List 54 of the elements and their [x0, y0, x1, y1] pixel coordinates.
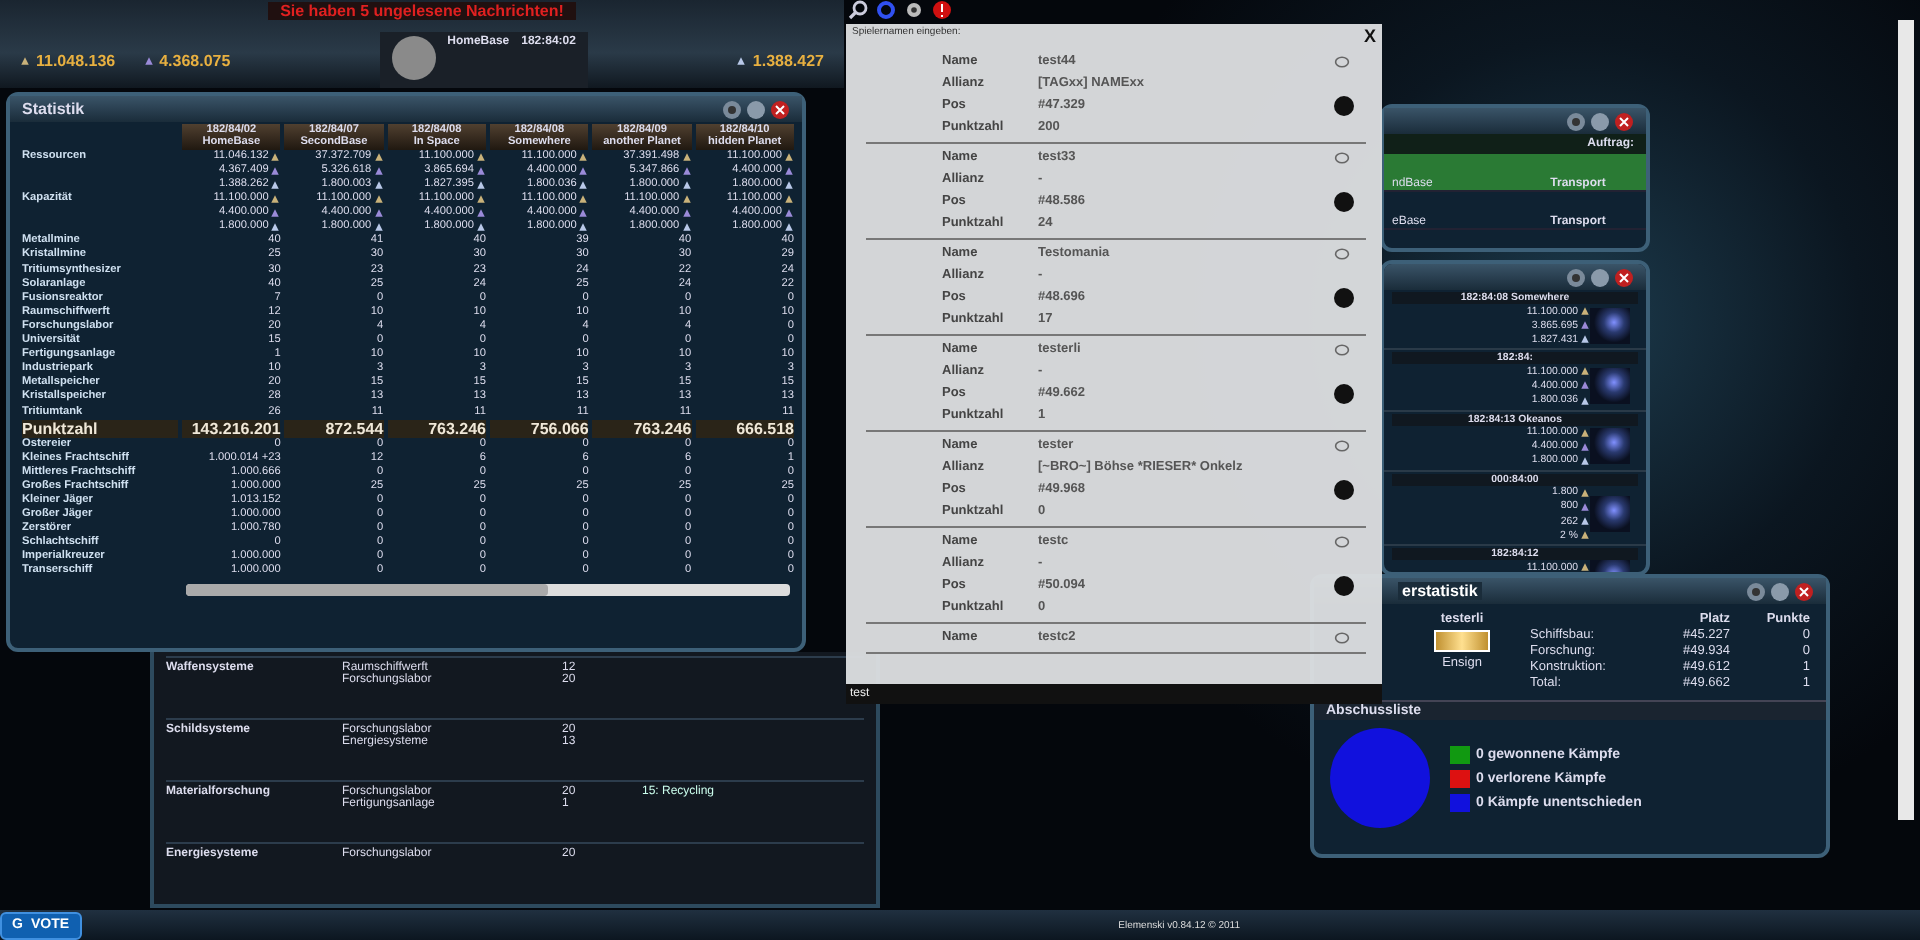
search-icon[interactable]	[848, 0, 868, 20]
ring-icon[interactable]	[876, 0, 896, 20]
circle-icon[interactable]	[1334, 191, 1354, 211]
close-icon[interactable]	[770, 99, 790, 119]
circle-icon[interactable]	[1334, 95, 1354, 115]
close-icon[interactable]	[1794, 581, 1814, 601]
circle-icon[interactable]	[1334, 383, 1354, 403]
minimize-icon[interactable]	[1590, 111, 1610, 131]
circle-icon[interactable]	[1334, 479, 1354, 499]
message-icon[interactable]	[1334, 53, 1350, 69]
refresh-icon[interactable]	[722, 99, 742, 119]
table-cell: 143.216.201	[182, 419, 281, 438]
table-cell: 666.518	[695, 419, 794, 438]
rank-badge	[1434, 630, 1490, 652]
table-cell: 756.066	[489, 419, 589, 438]
message-icon[interactable]	[1334, 245, 1350, 261]
planet-picture	[1590, 307, 1630, 344]
planet-picture	[1590, 367, 1630, 404]
message-icon[interactable]	[1334, 341, 1350, 357]
unread-messages-notice[interactable]: Sie haben 5 ungelesene Nachrichten!	[268, 2, 576, 20]
close-icon[interactable]	[1614, 111, 1634, 131]
planet-picture	[1590, 496, 1630, 533]
message-icon[interactable]	[1334, 629, 1350, 645]
resource-icon	[143, 55, 154, 65]
minimize-icon[interactable]	[1770, 581, 1790, 601]
resource-amount: 4.368.075	[159, 51, 231, 69]
planet-picture	[391, 36, 436, 80]
resource-icon	[20, 55, 30, 65]
warning-icon[interactable]	[932, 0, 952, 20]
refresh-icon[interactable]	[1566, 111, 1586, 131]
resource-amount: 11.048.136	[36, 51, 116, 69]
planet-picture	[1590, 428, 1630, 465]
circle-icon[interactable]	[1334, 575, 1354, 595]
message-icon[interactable]	[1334, 437, 1350, 453]
minimize-icon[interactable]	[1590, 267, 1610, 287]
message-icon[interactable]	[1334, 149, 1350, 165]
vertical-scrollbar[interactable]	[1898, 20, 1914, 820]
refresh-icon[interactable]	[1566, 267, 1586, 287]
close-icon[interactable]	[1614, 267, 1634, 287]
table-cell: 763.246	[387, 419, 486, 438]
resource-amount: 1.388.427	[752, 51, 824, 69]
minimize-icon[interactable]	[746, 99, 766, 119]
horizontal-scrollbar[interactable]	[186, 583, 790, 596]
close-button[interactable]: X	[1363, 26, 1376, 46]
window-title: Statistik	[22, 100, 85, 118]
table-cell: 872.544	[284, 419, 384, 438]
pie-drawing	[1330, 728, 1430, 828]
message-icon[interactable]	[1334, 533, 1350, 549]
row-label: Punktzahl	[22, 419, 178, 438]
refresh-icon[interactable]	[1746, 581, 1766, 601]
resource-icon	[736, 55, 747, 65]
window-title: erstatistik	[1398, 582, 1482, 600]
circle-icon[interactable]	[1334, 287, 1354, 307]
table-cell: 763.246	[592, 419, 692, 438]
